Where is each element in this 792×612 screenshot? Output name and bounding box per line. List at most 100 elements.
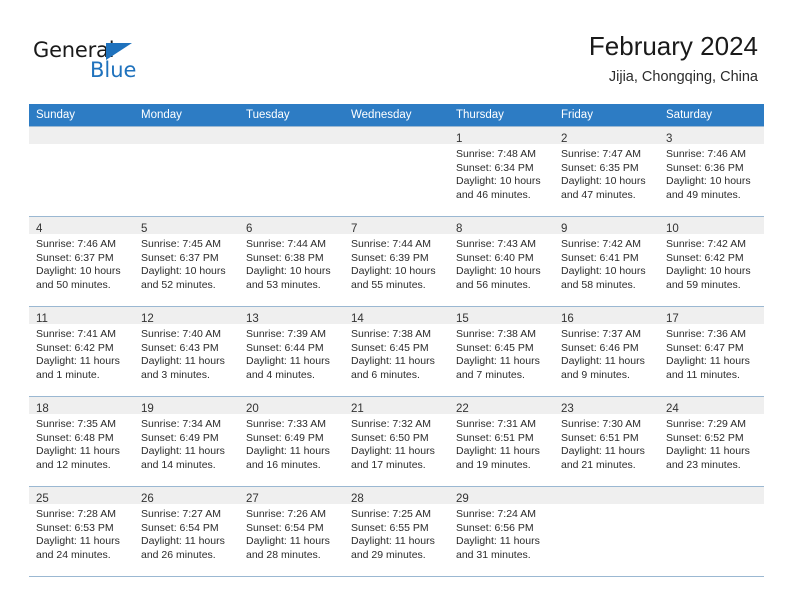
daylight-text-line2: and 47 minutes. bbox=[561, 188, 636, 201]
daylight-text-line2: and 31 minutes. bbox=[456, 548, 531, 561]
calendar-cell[interactable]: 21 Sunrise: 7:32 AM Sunset: 6:50 PM Dayligh… bbox=[344, 396, 449, 487]
calendar-cell[interactable]: 3 Sunrise: 7:46 AM Sunset: 6:36 PM Daylight… bbox=[659, 126, 764, 217]
day-details: Sunrise: 7:38 AM Sunset: 6:45 PM Daylight:… bbox=[449, 324, 554, 382]
calendar-cell[interactable]: 20 Sunrise: 7:33 AM Sunset: 6:49 PM Dayligh… bbox=[239, 396, 344, 487]
day-number: 19 bbox=[141, 403, 154, 415]
calendar-cell[interactable] bbox=[344, 126, 449, 217]
daylight-text-line1: Daylight: 11 hours bbox=[351, 445, 435, 458]
sunrise-text: Sunrise: 7:40 AM bbox=[141, 328, 221, 340]
day-cell: 11 Sunrise: 7:41 AM Sunset: 6:42 PM Dayligh… bbox=[29, 307, 134, 396]
calendar-cell[interactable] bbox=[659, 486, 764, 577]
sunrise-text: Sunrise: 7:44 AM bbox=[246, 238, 326, 250]
sunrise-text: Sunrise: 7:38 AM bbox=[456, 328, 536, 340]
day-number-strip: 6 bbox=[239, 217, 344, 235]
daylight-text-line2: and 56 minutes. bbox=[456, 278, 531, 291]
day-number-strip: 27 bbox=[239, 487, 344, 505]
daylight-text-line2: and 23 minutes. bbox=[666, 458, 741, 471]
day-details: Sunrise: 7:34 AM Sunset: 6:49 PM Daylight:… bbox=[134, 414, 239, 472]
sunrise-text: Sunrise: 7:38 AM bbox=[351, 328, 431, 340]
calendar-cell[interactable]: 8 Sunrise: 7:43 AM Sunset: 6:40 PM Daylight… bbox=[449, 216, 554, 307]
calendar-cell[interactable]: 25 Sunrise: 7:28 AM Sunset: 6:53 PM Dayligh… bbox=[29, 486, 134, 577]
day-number: 23 bbox=[561, 403, 574, 415]
calendar-cell[interactable]: 19 Sunrise: 7:34 AM Sunset: 6:49 PM Dayligh… bbox=[134, 396, 239, 487]
calendar-cell[interactable]: 24 Sunrise: 7:29 AM Sunset: 6:52 PM Dayligh… bbox=[659, 396, 764, 487]
day-cell-empty bbox=[659, 487, 764, 576]
calendar-cell[interactable]: 27 Sunrise: 7:26 AM Sunset: 6:54 PM Dayligh… bbox=[239, 486, 344, 577]
weekday-header-friday: Friday bbox=[554, 104, 659, 127]
daylight-text-line1: Daylight: 10 hours bbox=[561, 265, 646, 278]
calendar-cell[interactable]: 22 Sunrise: 7:31 AM Sunset: 6:51 PM Dayligh… bbox=[449, 396, 554, 487]
daylight-text-line1: Daylight: 11 hours bbox=[36, 355, 120, 368]
daylight-text-line1: Daylight: 11 hours bbox=[561, 445, 645, 458]
calendar-cell[interactable]: 7 Sunrise: 7:44 AM Sunset: 6:39 PM Daylight… bbox=[344, 216, 449, 307]
day-cell: 17 Sunrise: 7:36 AM Sunset: 6:47 PM Dayligh… bbox=[659, 307, 764, 396]
sunrise-text: Sunrise: 7:31 AM bbox=[456, 418, 536, 430]
day-details: Sunrise: 7:43 AM Sunset: 6:40 PM Daylight:… bbox=[449, 234, 554, 292]
calendar-cell[interactable]: 13 Sunrise: 7:39 AM Sunset: 6:44 PM Dayligh… bbox=[239, 306, 344, 397]
daylight-text-line2: and 55 minutes. bbox=[351, 278, 426, 291]
calendar-cell[interactable]: 28 Sunrise: 7:25 AM Sunset: 6:55 PM Dayligh… bbox=[344, 486, 449, 577]
calendar-cell[interactable]: 11 Sunrise: 7:41 AM Sunset: 6:42 PM Dayligh… bbox=[29, 306, 134, 397]
calendar-cell[interactable]: 6 Sunrise: 7:44 AM Sunset: 6:38 PM Daylight… bbox=[239, 216, 344, 307]
day-details: Sunrise: 7:45 AM Sunset: 6:37 PM Daylight:… bbox=[134, 234, 239, 292]
calendar-cell[interactable]: 18 Sunrise: 7:35 AM Sunset: 6:48 PM Dayligh… bbox=[29, 396, 134, 487]
day-cell: 27 Sunrise: 7:26 AM Sunset: 6:54 PM Dayligh… bbox=[239, 487, 344, 576]
day-cell-empty bbox=[29, 127, 134, 216]
day-number: 18 bbox=[36, 403, 49, 415]
calendar-cell[interactable]: 9 Sunrise: 7:42 AM Sunset: 6:41 PM Daylight… bbox=[554, 216, 659, 307]
day-cell: 28 Sunrise: 7:25 AM Sunset: 6:55 PM Dayligh… bbox=[344, 487, 449, 576]
day-details: Sunrise: 7:46 AM Sunset: 6:36 PM Daylight:… bbox=[659, 144, 764, 202]
calendar-cell[interactable]: 4 Sunrise: 7:46 AM Sunset: 6:37 PM Daylight… bbox=[29, 216, 134, 307]
day-cell-empty bbox=[134, 127, 239, 216]
calendar-cell[interactable] bbox=[134, 126, 239, 217]
calendar-cell[interactable] bbox=[29, 126, 134, 217]
day-cell: 21 Sunrise: 7:32 AM Sunset: 6:50 PM Dayligh… bbox=[344, 397, 449, 486]
calendar-cell[interactable]: 16 Sunrise: 7:37 AM Sunset: 6:46 PM Dayligh… bbox=[554, 306, 659, 397]
day-number-strip: 15 bbox=[449, 307, 554, 325]
day-details: Sunrise: 7:33 AM Sunset: 6:49 PM Daylight:… bbox=[239, 414, 344, 472]
day-number: 26 bbox=[141, 493, 154, 505]
calendar-week-row: 4 Sunrise: 7:46 AM Sunset: 6:37 PM Daylight… bbox=[29, 216, 764, 307]
sunset-text: Sunset: 6:50 PM bbox=[351, 431, 429, 444]
day-number: 22 bbox=[456, 403, 469, 415]
day-number: 10 bbox=[666, 223, 679, 235]
calendar-cell[interactable]: 2 Sunrise: 7:47 AM Sunset: 6:35 PM Daylight… bbox=[554, 126, 659, 217]
calendar-cell[interactable]: 12 Sunrise: 7:40 AM Sunset: 6:43 PM Dayligh… bbox=[134, 306, 239, 397]
sunset-text: Sunset: 6:55 PM bbox=[351, 521, 429, 534]
day-details: Sunrise: 7:38 AM Sunset: 6:45 PM Daylight:… bbox=[344, 324, 449, 382]
day-details: Sunrise: 7:32 AM Sunset: 6:50 PM Daylight:… bbox=[344, 414, 449, 472]
day-number-strip: 2 bbox=[554, 127, 659, 145]
day-number-strip: 25 bbox=[29, 487, 134, 505]
calendar-cell[interactable]: 10 Sunrise: 7:42 AM Sunset: 6:42 PM Dayligh… bbox=[659, 216, 764, 307]
calendar-cell[interactable]: 23 Sunrise: 7:30 AM Sunset: 6:51 PM Dayligh… bbox=[554, 396, 659, 487]
calendar-cell[interactable]: 17 Sunrise: 7:36 AM Sunset: 6:47 PM Dayligh… bbox=[659, 306, 764, 397]
day-cell: 8 Sunrise: 7:43 AM Sunset: 6:40 PM Daylight… bbox=[449, 217, 554, 306]
calendar-cell[interactable]: 14 Sunrise: 7:38 AM Sunset: 6:45 PM Dayligh… bbox=[344, 306, 449, 397]
calendar-cell[interactable]: 26 Sunrise: 7:27 AM Sunset: 6:54 PM Dayligh… bbox=[134, 486, 239, 577]
daylight-text-line2: and 52 minutes. bbox=[141, 278, 216, 291]
sunset-text: Sunset: 6:49 PM bbox=[141, 431, 219, 444]
day-number: 25 bbox=[36, 493, 49, 505]
day-details: Sunrise: 7:42 AM Sunset: 6:41 PM Daylight:… bbox=[554, 234, 659, 292]
day-number-strip: 20 bbox=[239, 397, 344, 415]
sunrise-text: Sunrise: 7:27 AM bbox=[141, 508, 221, 520]
sunset-text: Sunset: 6:52 PM bbox=[666, 431, 744, 444]
title-block: February 2024 Jijia, Chongqing, China bbox=[589, 31, 758, 86]
day-details: Sunrise: 7:26 AM Sunset: 6:54 PM Daylight:… bbox=[239, 504, 344, 562]
day-cell: 4 Sunrise: 7:46 AM Sunset: 6:37 PM Daylight… bbox=[29, 217, 134, 306]
calendar-cell[interactable] bbox=[239, 126, 344, 217]
day-cell: 24 Sunrise: 7:29 AM Sunset: 6:52 PM Dayligh… bbox=[659, 397, 764, 486]
calendar-cell[interactable]: 1 Sunrise: 7:48 AM Sunset: 6:34 PM Daylight… bbox=[449, 126, 554, 217]
day-number-strip: 22 bbox=[449, 397, 554, 415]
daylight-text-line2: and 16 minutes. bbox=[246, 458, 321, 471]
calendar-cell[interactable]: 29 Sunrise: 7:24 AM Sunset: 6:56 PM Dayligh… bbox=[449, 486, 554, 577]
weekday-header-sunday: Sunday bbox=[29, 104, 134, 127]
day-number-strip: 17 bbox=[659, 307, 764, 325]
calendar-cell[interactable]: 5 Sunrise: 7:45 AM Sunset: 6:37 PM Daylight… bbox=[134, 216, 239, 307]
calendar-cell[interactable]: 15 Sunrise: 7:38 AM Sunset: 6:45 PM Dayligh… bbox=[449, 306, 554, 397]
calendar-week-row: 25 Sunrise: 7:28 AM Sunset: 6:53 PM Dayligh… bbox=[29, 486, 764, 577]
daylight-text-line1: Daylight: 11 hours bbox=[36, 445, 120, 458]
calendar-cell[interactable] bbox=[554, 486, 659, 577]
day-details: Sunrise: 7:44 AM Sunset: 6:39 PM Daylight:… bbox=[344, 234, 449, 292]
sunset-text: Sunset: 6:41 PM bbox=[561, 251, 639, 264]
